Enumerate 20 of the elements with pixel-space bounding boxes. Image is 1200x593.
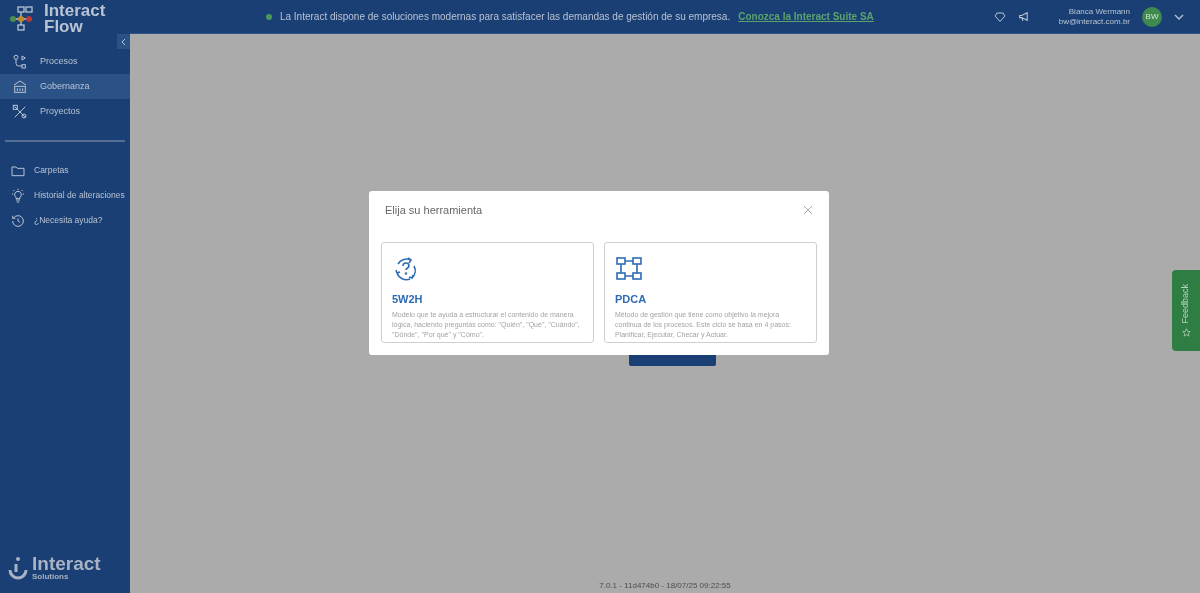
nav-item[interactable]: Procesos xyxy=(0,49,130,74)
tool-title: PDCA xyxy=(615,292,648,307)
brand-name: Interact xyxy=(44,3,106,19)
brand-name: Flow xyxy=(44,19,84,35)
user-email: bw@interact.com.br xyxy=(1058,16,1130,27)
nav-item[interactable]: Historial de alteraciones xyxy=(0,183,130,208)
version-text: 7.0.1 - 11d474b0 - 18/07/25 09:22:55 xyxy=(599,580,731,592)
feedback-tab[interactable]: Feedback xyxy=(1172,270,1200,351)
nav-item[interactable]: Carpetas xyxy=(0,158,130,183)
user-avatar[interactable]: BW xyxy=(1142,6,1162,27)
user-name: Bianca Wermann xyxy=(1068,6,1130,17)
nav-item[interactable]: Gobernanza xyxy=(0,74,130,99)
logo-wordmark: Interact xyxy=(32,554,101,573)
modal-title: Elija su herramienta xyxy=(385,202,483,218)
logo-subtitle: Solutions xyxy=(32,573,70,581)
tool-title: 5W2H xyxy=(392,292,424,307)
announcement-text: La Interact dispone de soluciones modernas para satisfacer las demandas de gestión de su empresa. xyxy=(279,10,731,24)
suite-link[interactable]: Conozca la Interact Suite SA xyxy=(738,9,874,24)
nav-item[interactable]: ¿Necesita ayuda? xyxy=(0,208,130,233)
nav-item[interactable]: Proyectos xyxy=(0,99,130,124)
